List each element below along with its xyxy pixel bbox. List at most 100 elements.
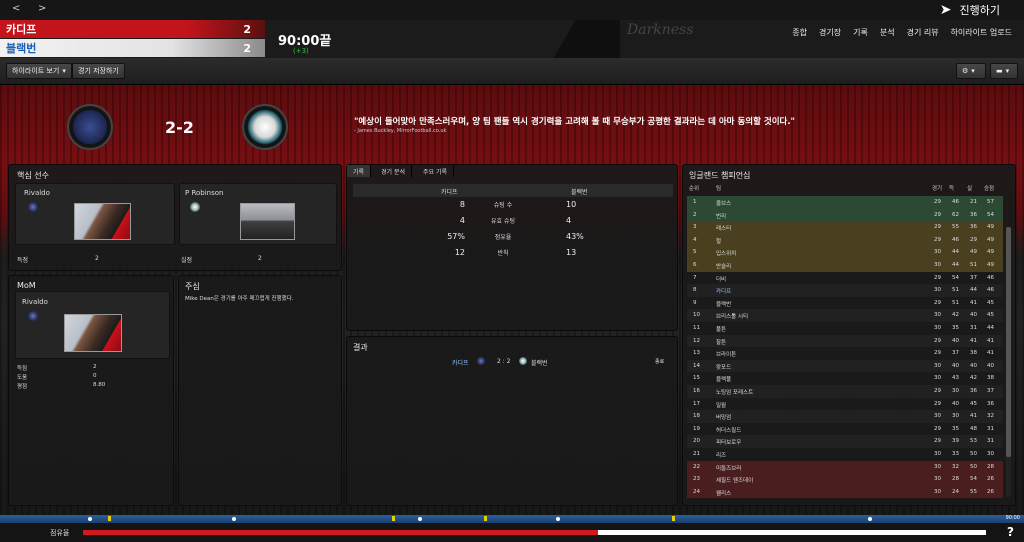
row-points: 46 xyxy=(987,274,994,281)
yellow-card-marker[interactable] xyxy=(484,516,487,521)
row-position: 15 xyxy=(693,375,700,382)
stat-label: 실점 xyxy=(181,257,193,264)
key-players-title: 핵심 선수 xyxy=(17,171,49,180)
row-goals-for: 40 xyxy=(952,362,959,369)
tab-upload[interactable]: 하이라이트 업로드 xyxy=(951,27,1012,38)
stats-home-team: 카디프 xyxy=(441,189,458,196)
league-row[interactable]: 1 울브스 29 46 21 57 xyxy=(687,196,1003,209)
row-goals-for: 42 xyxy=(952,312,959,319)
row-goals-against: 50 xyxy=(970,463,977,470)
league-row[interactable]: 10 브리스톨 시티 30 42 40 45 xyxy=(687,309,1003,322)
scrollbar[interactable] xyxy=(1006,227,1011,497)
continue-button[interactable]: ➤ 진행하기 xyxy=(940,2,1000,18)
tab-record[interactable]: 기록 xyxy=(347,165,372,177)
league-row[interactable]: 2 번리 29 62 36 54 xyxy=(687,208,1003,222)
key-player-card[interactable]: P Robinson xyxy=(179,183,337,245)
tab-analysis[interactable]: 분석 xyxy=(880,27,895,38)
row-goals-for: 30 xyxy=(952,413,959,420)
league-row[interactable]: 6 반슬리 30 44 51 49 xyxy=(687,259,1003,272)
timeline-end: 90:00 xyxy=(1005,515,1020,521)
tab-stadium[interactable]: 경기장 xyxy=(819,27,841,38)
row-played: 30 xyxy=(934,463,941,470)
row-points: 57 xyxy=(987,199,994,205)
row-team: 카디프 xyxy=(716,289,732,296)
event-marker[interactable] xyxy=(232,517,236,521)
chat-button[interactable]: ▬ ▾ xyxy=(990,63,1018,79)
back-button[interactable]: < xyxy=(12,3,20,14)
row-goals-against: 36 xyxy=(970,211,977,218)
mom-stat-label: 평점 xyxy=(17,384,28,390)
row-points: 40 xyxy=(987,362,994,369)
key-player-card[interactable]: Rivaldo xyxy=(15,183,175,245)
home-team-name: 카디프 xyxy=(6,23,37,36)
scrollbar-thumb[interactable] xyxy=(1006,227,1011,457)
league-row[interactable]: 4 헐 29 46 29 49 xyxy=(687,233,1003,247)
top-navigation: < > ➤ 진행하기 xyxy=(0,0,1024,20)
settings-button[interactable]: ⚙ ▾ xyxy=(956,63,986,79)
help-icon[interactable]: ? xyxy=(1007,525,1014,539)
league-table-header: 순위 팀 경기 득 실 승점 xyxy=(683,184,1003,195)
yellow-card-marker[interactable] xyxy=(672,516,675,521)
league-row[interactable]: 9 블랙번 29 51 41 45 xyxy=(687,297,1003,310)
highlights-dropdown[interactable]: 하이라이트 보기 ▾ xyxy=(6,63,72,79)
stat-value: 2 xyxy=(258,255,262,262)
home-score: 2 xyxy=(243,22,251,36)
league-row[interactable]: 23 셰필드 웬즈데이 30 28 54 26 xyxy=(687,473,1003,486)
home-value: 8 xyxy=(459,200,465,209)
league-row[interactable]: 18 버밍엄 30 30 41 32 xyxy=(687,410,1003,423)
league-row[interactable]: 8 카디프 30 51 44 46 xyxy=(687,284,1003,297)
league-row[interactable]: 21 리즈 30 33 50 30 xyxy=(687,448,1003,461)
league-row[interactable]: 7 더비 29 54 37 46 xyxy=(687,272,1003,285)
yellow-card-marker[interactable] xyxy=(392,516,395,521)
row-position: 5 xyxy=(693,249,697,256)
row-position: 20 xyxy=(693,438,700,445)
row-points: 41 xyxy=(987,350,994,357)
tab-review[interactable]: 경기 리뷰 xyxy=(907,27,939,38)
away-team-row[interactable]: 블랙번 2 xyxy=(0,39,265,57)
row-team: 울브스 xyxy=(716,201,732,207)
yellow-card-marker[interactable] xyxy=(108,516,111,521)
league-row[interactable]: 24 웰리스 30 24 55 26 xyxy=(687,485,1003,499)
event-marker[interactable] xyxy=(556,517,560,521)
match-timeline[interactable]: 90:00 xyxy=(0,515,1024,523)
league-row[interactable]: 17 밀월 29 40 45 36 xyxy=(687,398,1003,411)
league-row[interactable]: 13 브라이튼 29 37 38 41 xyxy=(687,347,1003,360)
event-marker[interactable] xyxy=(88,517,92,521)
result-row[interactable]: 카디프 2 : 2 블랙번 종료 xyxy=(347,355,677,369)
row-team: 피터보로우 xyxy=(716,440,742,447)
league-row[interactable]: 14 왓포드 30 40 40 40 xyxy=(687,360,1003,373)
chat-icon: ▬ xyxy=(996,67,1003,75)
league-row[interactable]: 15 블랙풀 30 43 42 38 xyxy=(687,372,1003,385)
row-position: 9 xyxy=(693,299,697,306)
blackburn-mini-crest xyxy=(190,202,200,212)
row-position: 2 xyxy=(693,211,697,218)
league-row[interactable]: 19 허더스필드 29 35 48 31 xyxy=(687,423,1003,436)
row-goals-for: 28 xyxy=(952,476,959,483)
home-team-row[interactable]: 카디프 2 xyxy=(0,20,265,38)
mom-card[interactable]: Rivaldo xyxy=(15,291,170,359)
forward-button[interactable]: > xyxy=(38,3,46,14)
row-team: 미들즈브러 xyxy=(716,465,742,472)
league-row[interactable]: 3 레스터 29 55 36 49 xyxy=(687,221,1003,234)
league-row[interactable]: 22 미들즈브러 30 32 50 28 xyxy=(687,460,1003,474)
row-played: 30 xyxy=(934,451,941,457)
row-goals-against: 31 xyxy=(970,325,977,331)
row-position: 17 xyxy=(693,400,700,407)
tab-match-analysis[interactable]: 경기 분석 xyxy=(375,165,412,177)
save-match-button[interactable]: 경기 저장하기 xyxy=(72,63,125,79)
tab-stats[interactable]: 기록 xyxy=(853,27,868,38)
row-goals-for: 51 xyxy=(952,287,959,294)
league-row[interactable]: 20 피터보로우 29 39 53 31 xyxy=(687,435,1003,448)
league-row[interactable]: 5 입스위치 30 44 49 49 xyxy=(687,246,1003,259)
row-played: 29 xyxy=(934,211,941,218)
away-value: 4 xyxy=(566,216,572,225)
mom-stat-label: 도움 xyxy=(17,375,28,381)
tab-key-stats[interactable]: 주요 기록 xyxy=(417,165,454,177)
league-row[interactable]: 12 찰튼 29 40 41 41 xyxy=(687,335,1003,348)
league-row[interactable]: 11 풀튼 30 35 31 44 xyxy=(687,322,1003,335)
event-marker[interactable] xyxy=(868,517,872,521)
tab-overview[interactable]: 종합 xyxy=(792,27,807,38)
header-divider xyxy=(520,20,620,58)
event-marker[interactable] xyxy=(418,517,422,521)
league-row[interactable]: 16 노팅엄 포레스트 29 30 36 37 xyxy=(687,385,1003,398)
